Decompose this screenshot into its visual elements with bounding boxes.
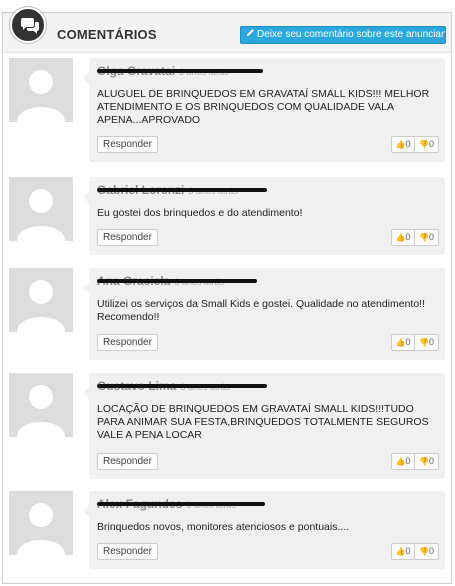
comment-text: LOCAÇÃO DE BRINQUEDOS EM GRAVATAÍ SMALL … — [97, 403, 429, 441]
like-count: 0 — [405, 337, 411, 347]
comment-text: Brinquedos novos, monitores atenciosos e… — [97, 521, 350, 533]
comment-card: Olga Gravatai3 anos atrás ALUGUEL DE BRI… — [83, 58, 445, 162]
add-comment-button[interactable]: Deixe seu comentário sobre este anuncian… — [240, 26, 446, 44]
comment-author: Ana Graciela3 anos atrás — [97, 274, 267, 288]
user-avatar-icon — [9, 491, 73, 555]
section-title: COMENTÁRIOS — [57, 27, 157, 42]
comment-card: Ana Graciela3 anos atrás Utilizei os ser… — [83, 268, 445, 360]
dislike-button[interactable]: 👎0 — [415, 334, 439, 351]
reply-button[interactable]: Responder — [97, 453, 158, 470]
dislike-count: 0 — [428, 232, 434, 242]
comment-text: ALUGUEL DE BRINQUEDOS EM GRAVATAÍ SMALL … — [97, 88, 430, 126]
thumbs-down-icon: 👎 — [419, 547, 429, 556]
dislike-count: 0 — [428, 337, 434, 347]
reply-button[interactable]: Responder — [97, 229, 158, 246]
like-count: 0 — [405, 546, 411, 556]
comment-card: Gabriel Lorenzi3 anos atrás Eu gostei do… — [83, 177, 445, 255]
user-avatar-icon — [9, 268, 73, 332]
comment-card: Gustavo Lima3 anos atrás LOCAÇÃO DE BRIN… — [83, 373, 445, 479]
comment-author: Gustavo Lima3 anos atrás — [97, 379, 267, 393]
chat-bubbles-icon — [10, 7, 46, 43]
like-button[interactable]: 👍0 — [391, 334, 415, 351]
comment-card: Alex Fagundes3 anos atrás Brinquedos nov… — [83, 491, 445, 569]
dislike-count: 0 — [428, 456, 434, 466]
redaction-mark — [97, 502, 265, 506]
thumbs-down-icon: 👎 — [419, 457, 429, 466]
redaction-mark — [97, 69, 263, 73]
like-button[interactable]: 👍0 — [391, 543, 415, 560]
like-count: 0 — [405, 456, 411, 466]
dislike-button[interactable]: 👎0 — [415, 543, 439, 560]
like-count: 0 — [405, 139, 411, 149]
comment-text: Eu gostei dos brinquedos e do atendiment… — [97, 207, 303, 219]
like-count: 0 — [405, 232, 411, 242]
vote-group: 👍0 👎0 — [391, 229, 439, 246]
comment-author: Alex Fagundes3 anos atrás — [97, 497, 267, 511]
dislike-button[interactable]: 👎0 — [415, 136, 439, 153]
like-button[interactable]: 👍0 — [391, 136, 415, 153]
comments-header: COMENTÁRIOS Deixe seu comentário sobre e… — [3, 13, 451, 53]
vote-group: 👍0 👎0 — [391, 453, 439, 470]
vote-group: 👍0 👎0 — [391, 543, 439, 560]
comments-panel: COMENTÁRIOS Deixe seu comentário sobre e… — [2, 12, 452, 584]
vote-group: 👍0 👎0 — [391, 334, 439, 351]
user-avatar-icon — [9, 58, 73, 122]
redaction-mark — [97, 279, 257, 283]
redaction-mark — [97, 384, 267, 388]
pencil-icon — [246, 27, 255, 43]
like-button[interactable]: 👍0 — [391, 229, 415, 246]
reply-button[interactable]: Responder — [97, 136, 158, 153]
comment-text: Utilizei os serviços da Small Kids e gos… — [97, 298, 426, 323]
thumbs-up-icon: 👍 — [395, 457, 406, 466]
thumbs-up-icon: 👍 — [395, 547, 406, 556]
user-avatar-icon — [9, 177, 73, 241]
dislike-button[interactable]: 👎0 — [415, 453, 439, 470]
reply-button[interactable]: Responder — [97, 334, 158, 351]
dislike-count: 0 — [428, 546, 434, 556]
thumbs-down-icon: 👎 — [419, 233, 429, 242]
dislike-button[interactable]: 👎0 — [415, 229, 439, 246]
redaction-mark — [97, 188, 267, 192]
reply-button[interactable]: Responder — [97, 543, 158, 560]
thumbs-down-icon: 👎 — [419, 338, 429, 347]
thumbs-up-icon: 👍 — [395, 233, 406, 242]
thumbs-up-icon: 👍 — [395, 338, 406, 347]
user-avatar-icon — [9, 373, 73, 437]
dislike-count: 0 — [428, 139, 434, 149]
thumbs-up-icon: 👍 — [395, 140, 406, 149]
like-button[interactable]: 👍0 — [391, 453, 415, 470]
comment-author: Gabriel Lorenzi3 anos atrás — [97, 183, 267, 197]
add-comment-label: Deixe seu comentário sobre este anuncian… — [257, 29, 446, 40]
vote-group: 👍0 👎0 — [391, 136, 439, 153]
comment-author: Olga Gravatai3 anos atrás — [97, 64, 267, 78]
thumbs-down-icon: 👎 — [419, 140, 429, 149]
